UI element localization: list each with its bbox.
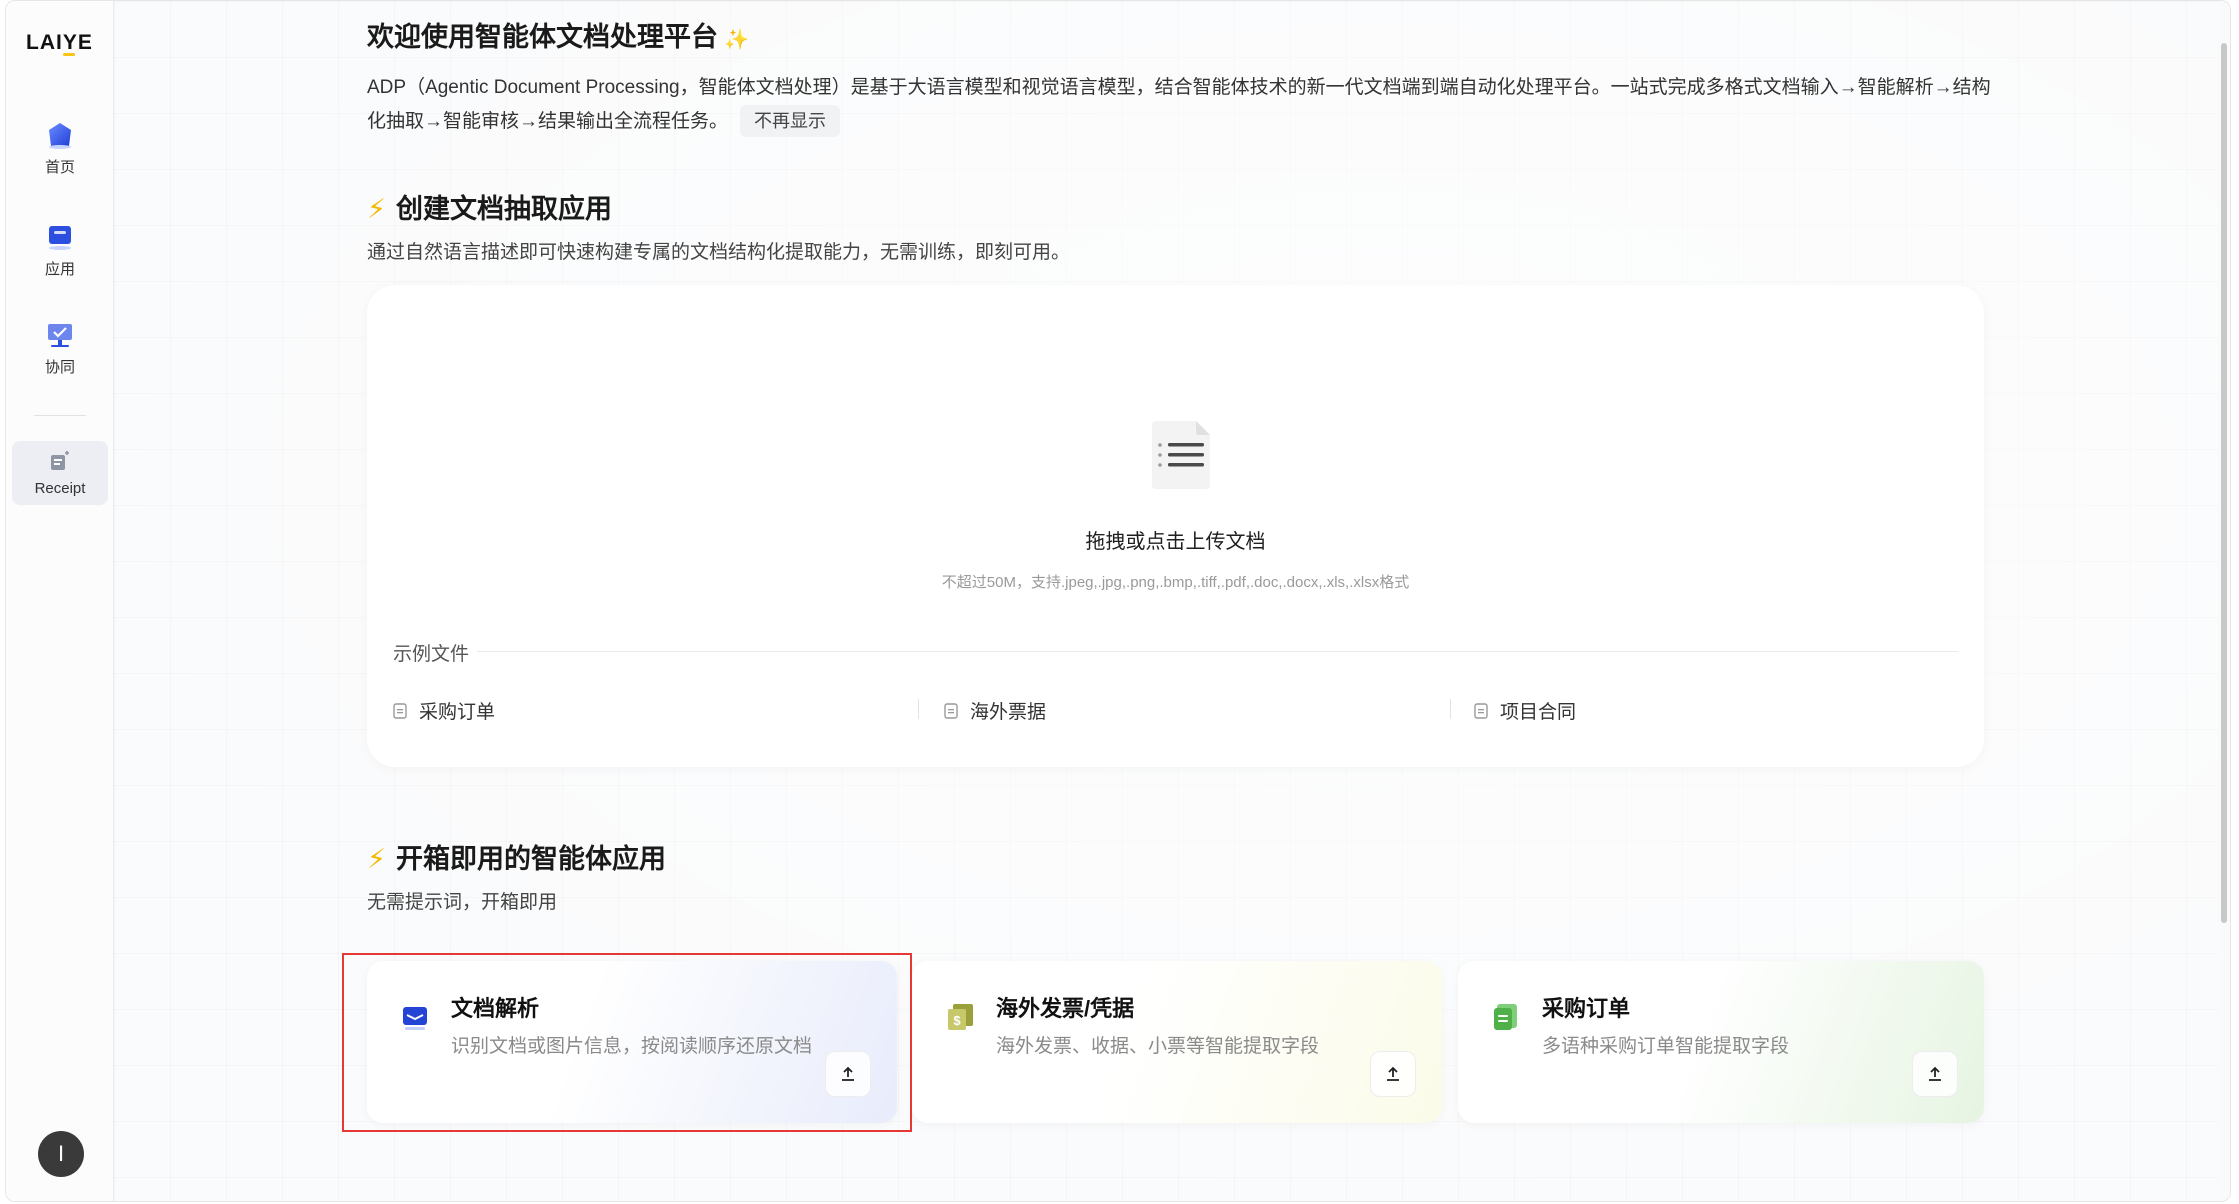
upload-hint: 不超过50M，支持.jpeg,.jpg,.png,.bmp,.tiff,.pdf…: [941, 574, 1410, 591]
create-section-title-text: 创建文档抽取应用: [395, 194, 612, 224]
sidebar-item-label: 应用: [44, 260, 75, 278]
logo-accent: [63, 53, 75, 56]
example-separator: [1450, 699, 1451, 719]
sidebar-item-label: Receipt: [34, 479, 86, 497]
purchase-order-icon: [1494, 1004, 1517, 1030]
example-file-project-contract[interactable]: 项目合同: [1474, 697, 1576, 724]
example-separator: [918, 699, 919, 719]
document-parse-icon: [403, 1007, 427, 1030]
apps-section-title: ⚡ 开箱即用的智能体应用: [367, 837, 666, 876]
card-desc: 海外发票、收据、小票等智能提取字段: [996, 1036, 1320, 1057]
example-file-purchase-order[interactable]: 采购订单: [393, 697, 495, 724]
example-file-label: 采购订单: [419, 702, 496, 723]
example-file-label: 海外票据: [970, 702, 1047, 723]
sidebar-item-collaboration[interactable]: 协同: [12, 313, 108, 383]
examples-label: 示例文件: [393, 644, 470, 665]
scrollbar-thumb[interactable]: [2221, 43, 2227, 923]
user-avatar[interactable]: I: [38, 1131, 84, 1177]
document-icon: [1152, 421, 1210, 489]
intro-paragraph: ADP（Agentic Document Processing，智能体文档处理）…: [367, 71, 1997, 139]
card-upload-button[interactable]: [1912, 1051, 1958, 1097]
card-upload-button[interactable]: [1370, 1051, 1416, 1097]
upload-icon: [1929, 1066, 1941, 1081]
examples-divider: [477, 651, 1958, 652]
upload-icon: [1387, 1066, 1399, 1081]
bolt-icon: ⚡: [367, 194, 386, 224]
apps-icon: [49, 225, 71, 250]
create-section-desc: 通过自然语言描述即可快速构建专属的文档结构化提取能力，无需训练，即刻可用。: [367, 242, 1071, 263]
card-desc: 识别文档或图片信息，按阅读顺序还原文档: [451, 1036, 813, 1057]
file-icon: [944, 702, 958, 719]
card-upload-button[interactable]: [825, 1051, 871, 1097]
laiye-logo: LAIYE: [26, 31, 93, 54]
app-card-purchase-order[interactable]: 采购订单 多语种采购订单智能提取字段: [1458, 961, 1984, 1123]
invoice-icon: $: [948, 1004, 973, 1030]
receipt-icon: [51, 450, 69, 470]
file-icon: [1474, 702, 1488, 719]
sidebar-item-label: 协同: [44, 358, 75, 376]
app-card-overseas-invoice[interactable]: $ 海外发票/凭据 海外发票、收据、小票等智能提取字段: [912, 961, 1442, 1123]
example-file-overseas-receipt[interactable]: 海外票据: [944, 697, 1046, 724]
bolt-icon: ⚡: [367, 844, 386, 874]
apps-section-title-text: 开箱即用的智能体应用: [395, 844, 666, 874]
sidebar-divider: [34, 415, 86, 416]
card-desc: 多语种采购订单智能提取字段: [1542, 1036, 1790, 1057]
collaboration-icon: [48, 323, 72, 347]
main-content: 欢迎使用智能体文档处理平台 ✨ ADP（Agentic Document Proc…: [114, 1, 2218, 1201]
vertical-scrollbar[interactable]: [2218, 1, 2230, 1201]
sidebar-item-home[interactable]: 首页: [12, 113, 108, 183]
sidebar-item-label: 首页: [44, 158, 75, 176]
upload-dropzone[interactable]: 拖拽或点击上传文档 不超过50M，支持.jpeg,.jpg,.png,.bmp,…: [367, 285, 1984, 767]
sparkle-icon: ✨: [724, 29, 749, 51]
intro-text: ADP（Agentic Document Processing，智能体文档处理）…: [367, 77, 1991, 132]
upload-title: 拖拽或点击上传文档: [1085, 531, 1266, 553]
upload-icon: [842, 1066, 854, 1081]
create-section-title: ⚡ 创建文档抽取应用: [367, 187, 612, 226]
card-title: 海外发票/凭据: [996, 996, 1135, 1021]
page-title: 欢迎使用智能体文档处理平台 ✨: [367, 15, 749, 54]
welcome-title-text: 欢迎使用智能体文档处理平台: [367, 22, 718, 52]
file-icon: [393, 702, 407, 719]
card-title: 文档解析: [451, 996, 540, 1021]
app-window: LAIYE 首页 应用 协同 Receipt I 欢迎使用智能体文档处理平台 ✨…: [5, 0, 2231, 1202]
card-title: 采购订单: [1542, 996, 1631, 1021]
home-icon: [49, 122, 71, 149]
sidebar: LAIYE 首页 应用 协同 Receipt I: [6, 1, 114, 1201]
sidebar-item-receipt[interactable]: Receipt: [12, 441, 108, 505]
dismiss-button[interactable]: 不再显示: [740, 105, 841, 137]
svg-text:$: $: [953, 1013, 961, 1028]
sidebar-item-apps[interactable]: 应用: [12, 215, 108, 285]
example-file-label: 项目合同: [1500, 702, 1577, 723]
app-card-document-parse[interactable]: 文档解析 识别文档或图片信息，按阅读顺序还原文档: [367, 961, 897, 1123]
apps-section-desc: 无需提示词，开箱即用: [367, 892, 558, 913]
